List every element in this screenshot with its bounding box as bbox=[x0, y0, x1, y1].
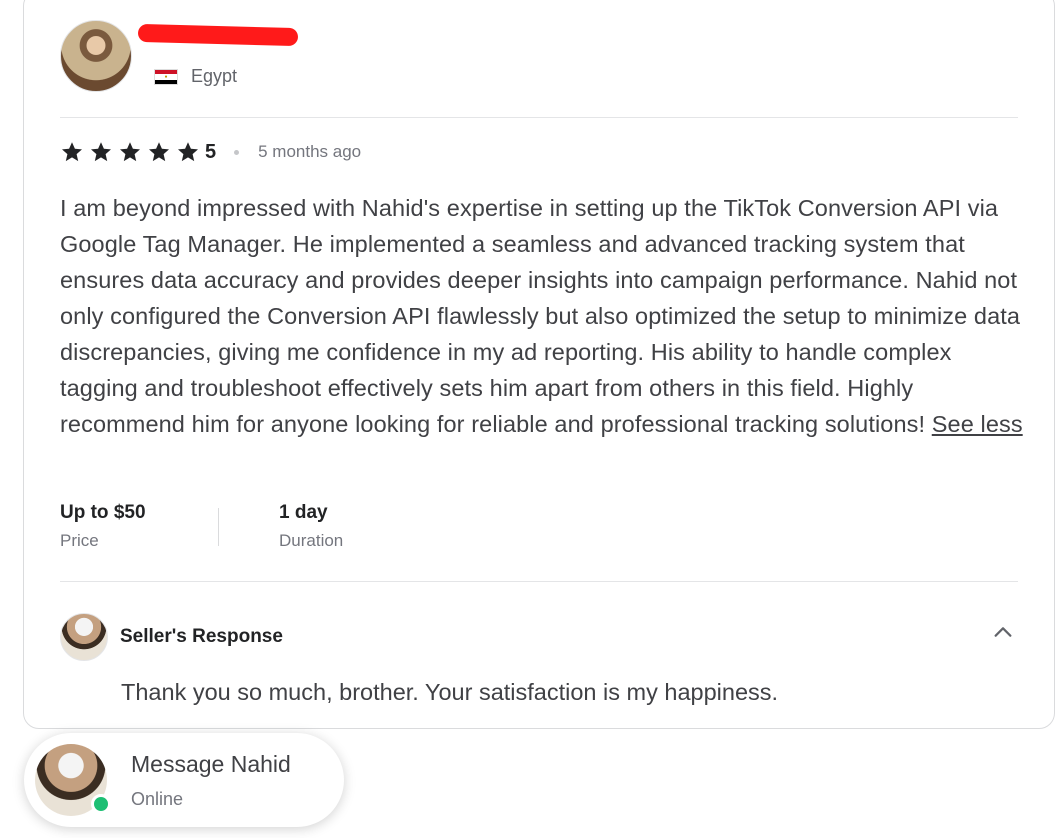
star-icon bbox=[60, 140, 84, 164]
online-status-icon bbox=[91, 794, 111, 814]
rating-value: 5 bbox=[205, 140, 217, 163]
reviewer-country: ● Egypt bbox=[154, 66, 319, 87]
meta-divider bbox=[218, 508, 219, 546]
online-status: Online bbox=[131, 788, 184, 809]
price-label: Price bbox=[60, 531, 99, 550]
reviewer-name[interactable] bbox=[137, 23, 319, 52]
divider bbox=[60, 117, 1018, 118]
rating-row: 5 5 months ago bbox=[60, 140, 361, 164]
star-rating bbox=[60, 140, 205, 164]
seller-response-header[interactable]: Seller's Response bbox=[60, 613, 1018, 661]
duration-block: 1 day Duration bbox=[279, 500, 437, 551]
separator-dot bbox=[234, 149, 240, 155]
egypt-flag-icon: ● bbox=[154, 68, 178, 85]
redaction-mark bbox=[137, 23, 299, 47]
star-icon bbox=[89, 140, 113, 164]
star-icon bbox=[176, 140, 200, 164]
price-block: Up to $50 Price bbox=[60, 500, 218, 551]
message-seller-widget[interactable]: Message Nahid Online bbox=[24, 733, 344, 827]
duration-label: Duration bbox=[279, 531, 344, 550]
reviewer-info: ● Egypt bbox=[137, 23, 319, 87]
review-text: I am beyond impressed with Nahid's exper… bbox=[60, 190, 1025, 442]
seller-response: Seller's Response Thank you so much, bro… bbox=[60, 613, 1018, 706]
review-time: 5 months ago bbox=[258, 142, 362, 161]
seller-avatar bbox=[60, 613, 108, 661]
price-value: Up to $50 bbox=[60, 502, 146, 523]
star-icon bbox=[147, 140, 171, 164]
reviewer-avatar[interactable] bbox=[60, 20, 132, 92]
country-name: Egypt bbox=[191, 66, 238, 86]
seller-avatar bbox=[35, 744, 111, 816]
star-icon bbox=[118, 140, 142, 164]
message-title: Message Nahid bbox=[131, 750, 291, 777]
seller-response-text: Thank you so much, brother. Your satisfa… bbox=[121, 679, 779, 705]
divider bbox=[60, 581, 1018, 582]
order-meta: Up to $50 Price 1 day Duration bbox=[60, 500, 437, 551]
review-body: I am beyond impressed with Nahid's exper… bbox=[60, 195, 1021, 437]
duration-value: 1 day bbox=[279, 502, 328, 523]
reviewer-header: ● Egypt bbox=[60, 20, 319, 92]
message-info: Message Nahid Online bbox=[131, 751, 291, 810]
chevron-up-icon[interactable] bbox=[992, 621, 1014, 643]
seller-response-title: Seller's Response bbox=[120, 626, 283, 647]
see-less-link[interactable]: See less bbox=[932, 411, 1023, 437]
